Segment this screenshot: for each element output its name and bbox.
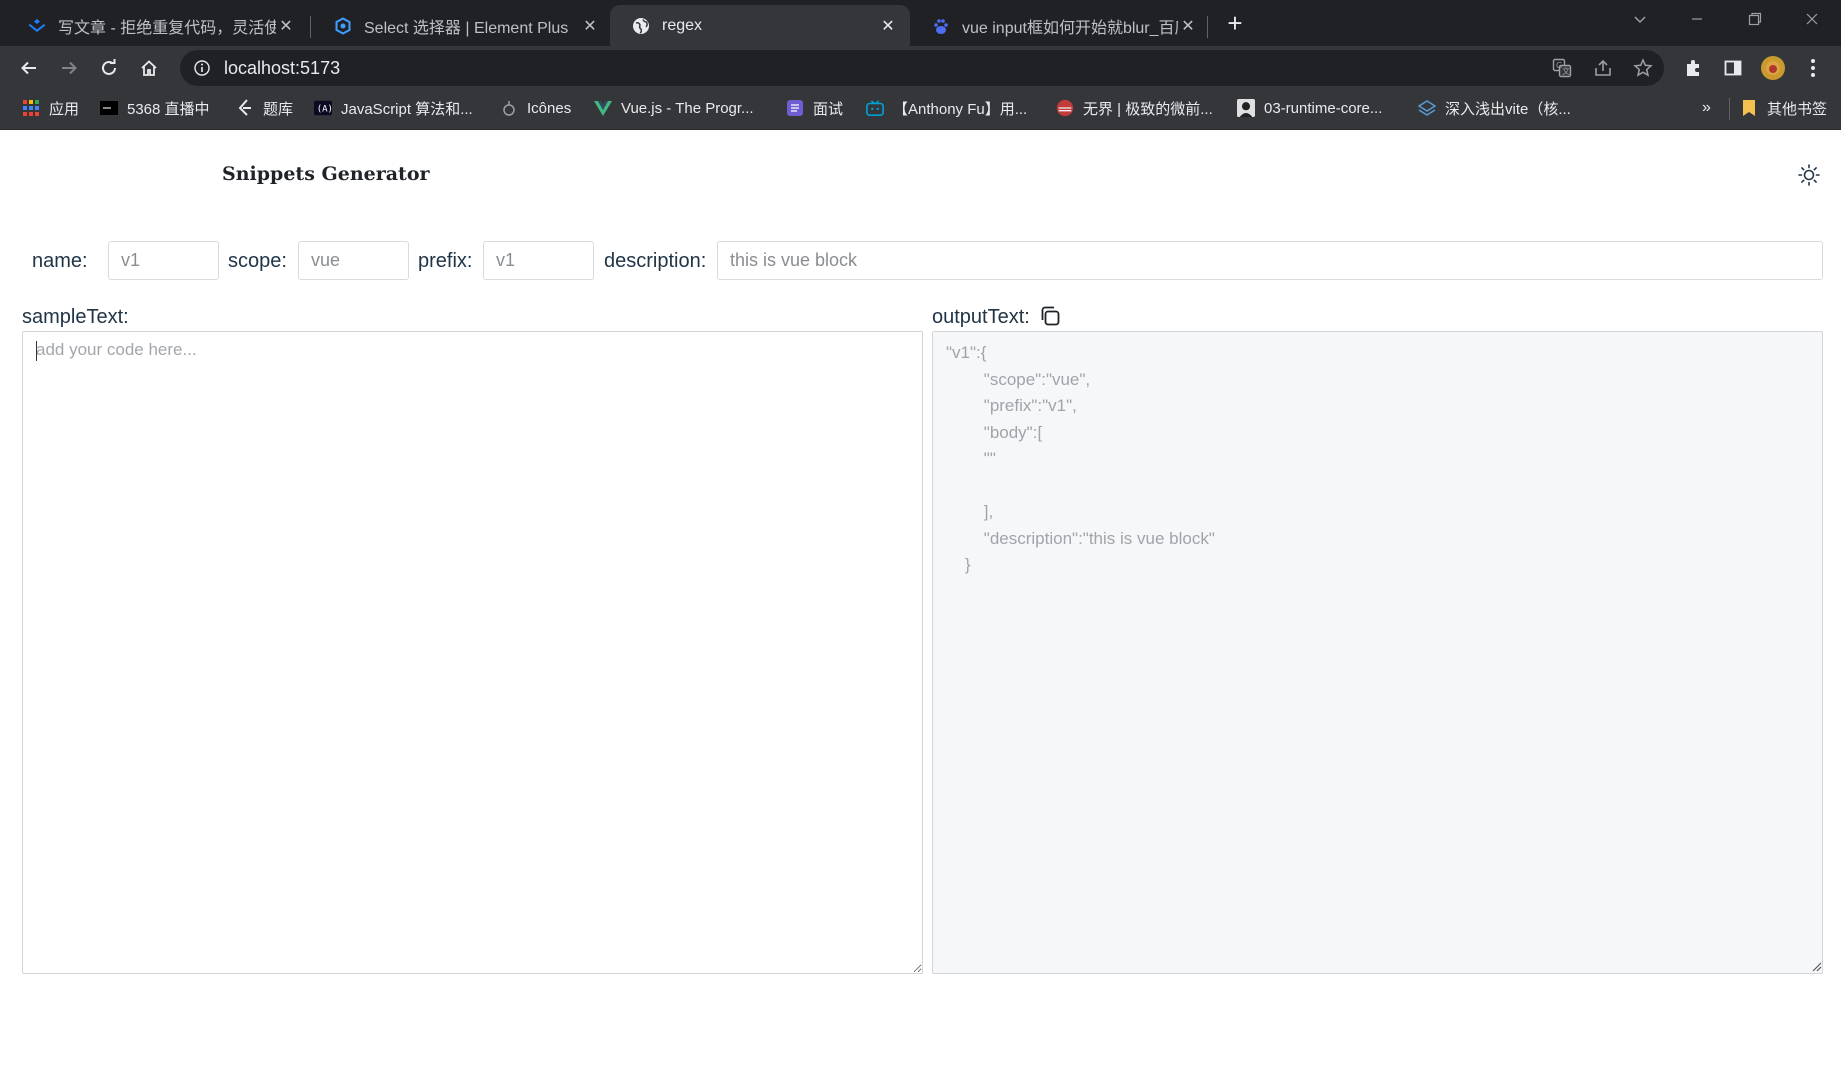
bookmark-apps[interactable]: 应用 <box>22 90 79 126</box>
extensions-button[interactable] <box>1677 52 1709 84</box>
reload-button[interactable] <box>93 52 125 84</box>
address-bar[interactable]: localhost:5173 <box>180 50 1664 86</box>
share-icon <box>1595 59 1611 76</box>
new-tab-button[interactable]: + <box>1220 9 1250 39</box>
wujie-icon <box>1056 99 1074 117</box>
description-input[interactable] <box>717 241 1823 280</box>
browser-tab-strip: 写文章 - 拒绝重复代码，灵活使用 ✕ Select 选择器 | Element… <box>0 0 1841 46</box>
back-button[interactable] <box>13 52 45 84</box>
live-icon <box>100 99 118 117</box>
forward-button[interactable] <box>53 52 85 84</box>
translate-button[interactable]: G文 <box>1546 52 1578 84</box>
close-window-button[interactable] <box>1792 8 1832 36</box>
info-icon[interactable] <box>192 58 212 78</box>
close-tab-icon[interactable]: ✕ <box>1178 16 1198 36</box>
bookmark-javascript[interactable]: (A) JavaScript 算法和... <box>314 90 473 126</box>
bookmark-wujie[interactable]: 无界 | 极致的微前... <box>1056 90 1213 126</box>
scope-label: scope: <box>228 250 287 272</box>
reload-icon <box>102 59 116 75</box>
close-tab-icon[interactable]: ✕ <box>878 16 898 36</box>
bookmark-runtime-core[interactable]: 03-runtime-core... <box>1237 90 1382 126</box>
browser-toolbar: localhost:5173 G文 <box>0 46 1841 90</box>
description-label: description: <box>604 250 707 272</box>
bookmark-tiku[interactable]: 题库 <box>236 90 293 126</box>
text-cursor <box>36 341 37 361</box>
app-page: Snippets Generator name: scope: prefix: … <box>2 130 1839 1082</box>
theme-toggle-button[interactable] <box>1796 162 1822 188</box>
svg-text:(A): (A) <box>317 105 332 115</box>
apps-grid-icon <box>22 99 40 117</box>
bookmark-vue[interactable]: Vue.js - The Progr... <box>594 90 754 126</box>
star-icon <box>1633 58 1653 77</box>
page-title: Snippets Generator <box>222 163 430 185</box>
bookmark-live[interactable]: 5368 直播中 <box>100 90 210 126</box>
profile-button[interactable] <box>1757 52 1789 84</box>
bookmark-vite[interactable]: 深入浅出vite（核... <box>1418 90 1571 126</box>
chevron-down-icon <box>1634 16 1646 24</box>
tab-separator <box>310 16 311 38</box>
icones-icon <box>500 99 518 117</box>
prefix-input[interactable] <box>483 241 594 280</box>
output-text-area[interactable]: "v1":{ "scope":"vue", "prefix":"v1", "bo… <box>932 331 1823 974</box>
sample-text-label: sampleText: <box>22 306 129 328</box>
more-bookmarks-button[interactable]: » <box>1702 90 1711 126</box>
avatar-icon <box>1237 99 1255 117</box>
tab-search-button[interactable] <box>1620 8 1660 36</box>
arrow-right-icon <box>62 61 77 75</box>
copy-icon <box>1041 306 1060 326</box>
element-plus-icon <box>334 16 352 35</box>
layers-icon <box>1418 99 1436 117</box>
url-text: localhost:5173 <box>224 57 341 78</box>
fcc-icon: (A) <box>314 99 332 117</box>
baidu-icon <box>932 17 950 35</box>
puzzle-icon <box>1687 60 1699 76</box>
share-button[interactable] <box>1587 52 1619 84</box>
bookmark-anthony-fu[interactable]: 【Anthony Fu】用... <box>866 90 1027 126</box>
tab-juejin[interactable]: 写文章 - 拒绝重复代码，灵活使用 ✕ <box>6 5 308 46</box>
svg-text:文: 文 <box>1562 66 1570 76</box>
side-panel-button[interactable] <box>1717 52 1749 84</box>
minimize-icon <box>1692 18 1702 20</box>
notes-icon <box>786 99 804 117</box>
bookmark-icones[interactable]: Icônes <box>500 90 571 126</box>
translate-icon: G文 <box>1552 58 1572 78</box>
vue-icon <box>594 99 612 117</box>
other-bookmarks[interactable]: 其他书签 <box>1740 90 1827 126</box>
tab-regex[interactable]: regex ✕ <box>610 5 910 46</box>
home-icon <box>141 60 157 76</box>
side-panel-icon <box>1724 60 1742 76</box>
name-input[interactable] <box>108 241 219 280</box>
bookmarks-bar: 应用 5368 直播中 题库 (A) JavaScript 算法和... Icô… <box>0 90 1841 130</box>
resize-handle-icon[interactable] <box>1812 962 1822 972</box>
sample-text-area[interactable] <box>22 331 923 974</box>
scope-input[interactable] <box>298 241 409 280</box>
folder-icon <box>1740 99 1758 117</box>
browser-menu-button[interactable] <box>1797 52 1829 84</box>
restore-button[interactable] <box>1735 8 1775 36</box>
tab-element-plus[interactable]: Select 选择器 | Element Plus ✕ <box>312 5 612 46</box>
home-button[interactable] <box>133 52 165 84</box>
juejin-icon <box>28 17 46 35</box>
bilibili-icon <box>866 99 884 117</box>
leetcode-icon <box>236 99 254 117</box>
more-vertical-icon <box>1811 59 1815 77</box>
tab-separator <box>1207 16 1208 38</box>
close-tab-icon[interactable]: ✕ <box>276 16 296 36</box>
arrow-left-icon <box>21 61 36 75</box>
output-text-label: outputText: <box>932 306 1030 328</box>
bookmark-mianshi[interactable]: 面试 <box>786 90 843 126</box>
globe-icon <box>632 17 650 35</box>
prefix-label: prefix: <box>418 250 473 272</box>
avatar-icon <box>1761 56 1785 80</box>
close-icon <box>1806 13 1818 25</box>
copy-button[interactable] <box>1038 304 1062 328</box>
name-label: name: <box>32 250 88 272</box>
close-tab-icon[interactable]: ✕ <box>580 16 600 36</box>
bookmarks-divider <box>1729 98 1730 120</box>
bookmark-star-button[interactable] <box>1627 52 1659 84</box>
minimize-button[interactable] <box>1677 8 1717 36</box>
sun-icon <box>1798 164 1820 186</box>
tab-baidu[interactable]: vue input框如何开始就blur_百度 ✕ <box>910 5 1210 46</box>
restore-icon <box>1748 12 1762 26</box>
